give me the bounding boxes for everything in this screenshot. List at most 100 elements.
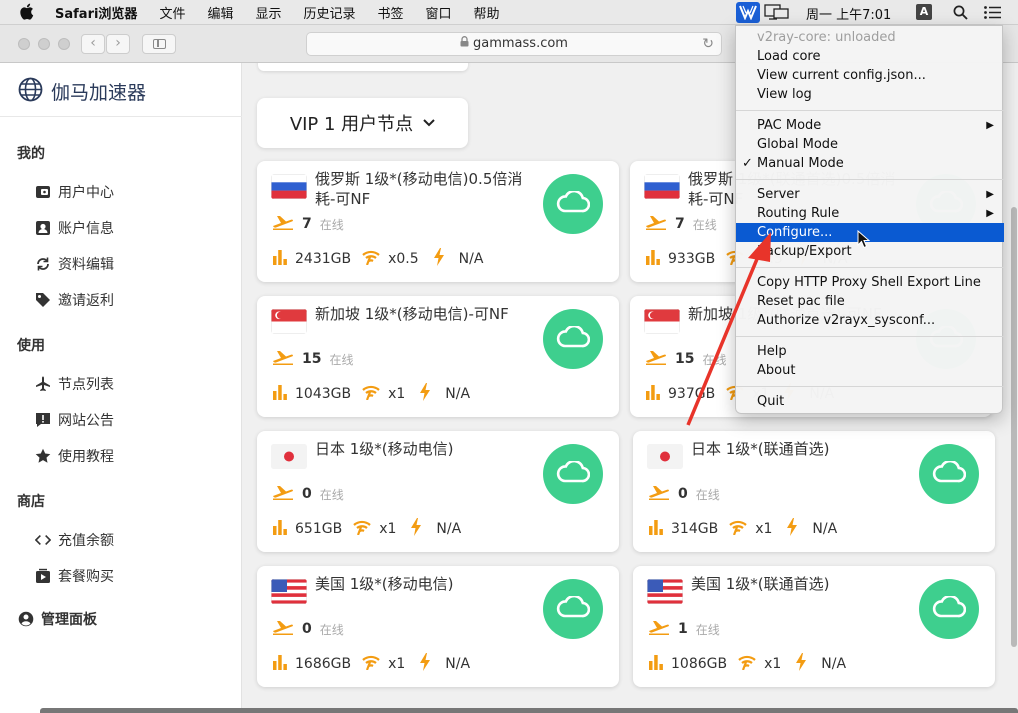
connect-cloud-button[interactable] bbox=[919, 444, 979, 504]
sidebar-item-packages[interactable]: 套餐购买 bbox=[35, 566, 114, 586]
window-zoom-button[interactable] bbox=[58, 38, 70, 50]
submenu-arrow-icon: ▶ bbox=[986, 120, 994, 131]
latency: N/A bbox=[458, 251, 484, 267]
airplane-icon bbox=[35, 376, 51, 392]
menu-view[interactable]: 显示 bbox=[255, 3, 281, 22]
sidebar-item-announcements[interactable]: 网站公告 bbox=[35, 410, 114, 430]
sidebar-item-profile-edit[interactable]: 资料编辑 bbox=[35, 254, 114, 274]
cloud-icon bbox=[556, 459, 591, 487]
tag-icon bbox=[35, 292, 51, 308]
node-card[interactable]: 日本 1级*(移动电信) 0 在线 651GB x1 N/A bbox=[257, 431, 619, 552]
online-count: 15 bbox=[302, 351, 322, 367]
nav-section-mine: 我的 bbox=[17, 146, 45, 162]
lightning-icon bbox=[419, 653, 431, 675]
airplane-takeoff-icon bbox=[648, 484, 670, 504]
menu-item-server[interactable]: Server ▶ bbox=[736, 185, 1004, 204]
menu-item-pac-mode[interactable]: PAC Mode ▶ bbox=[736, 116, 1004, 135]
sidebar-item-label: 套餐购买 bbox=[58, 569, 114, 585]
sidebar-item-label: 管理面板 bbox=[41, 612, 97, 628]
airplane-takeoff-icon bbox=[645, 214, 667, 234]
online-row: 0 在线 bbox=[648, 484, 720, 504]
apple-menu-icon[interactable] bbox=[20, 3, 34, 24]
menu-item-quit[interactable]: Quit bbox=[736, 392, 1004, 411]
window-close-button[interactable] bbox=[18, 38, 30, 50]
node-card[interactable]: 美国 1级*(联通首选) 1 在线 1086GB x1 N/A bbox=[633, 566, 995, 687]
airplane-takeoff-icon bbox=[272, 619, 294, 639]
user-center-icon bbox=[35, 184, 51, 200]
signal-icon bbox=[361, 654, 381, 674]
sidebar-item-tutorial[interactable]: 使用教程 bbox=[35, 446, 114, 466]
menu-item-routing-rule[interactable]: Routing Rule ▶ bbox=[736, 204, 1004, 223]
notification-center-icon[interactable] bbox=[984, 6, 1002, 23]
site-brand[interactable]: 伽马加速器 bbox=[18, 77, 146, 105]
v2rayx-status-icon[interactable] bbox=[736, 2, 760, 23]
connect-cloud-button[interactable] bbox=[543, 579, 603, 639]
bar-chart-icon bbox=[645, 249, 661, 269]
node-card[interactable]: 日本 1级*(联通首选) 0 在线 314GB x1 N/A bbox=[633, 431, 995, 552]
group-dropdown-button[interactable]: VIP 1 用户节点 bbox=[257, 98, 468, 148]
connect-cloud-button[interactable] bbox=[543, 309, 603, 369]
traffic-used: 933GB bbox=[668, 251, 716, 267]
node-card[interactable]: 俄罗斯 1级*(移动电信)0.5倍消耗-可NF 7 在线 2431GB x0.5 N/A bbox=[257, 161, 619, 282]
menu-history[interactable]: 历史记录 bbox=[303, 3, 355, 22]
chevron-down-icon bbox=[423, 116, 435, 130]
connect-cloud-button[interactable] bbox=[543, 174, 603, 234]
cloud-icon bbox=[556, 324, 591, 352]
menu-item-load-core[interactable]: Load core bbox=[736, 47, 1004, 66]
sidebar-toggle-button[interactable] bbox=[142, 34, 176, 54]
usa-flag-icon bbox=[647, 579, 683, 604]
menu-item-reset-pac[interactable]: Reset pac file bbox=[736, 292, 1004, 311]
menu-item-about[interactable]: About bbox=[736, 361, 1004, 380]
online-label: 在线 bbox=[695, 487, 720, 502]
connect-cloud-button[interactable] bbox=[919, 579, 979, 639]
page-scrollbar[interactable] bbox=[1011, 207, 1017, 647]
menu-edit[interactable]: 编辑 bbox=[207, 3, 233, 22]
connect-cloud-button[interactable] bbox=[543, 444, 603, 504]
input-source-icon[interactable]: A bbox=[916, 4, 932, 20]
japan-flag-icon bbox=[271, 444, 307, 469]
menu-clock[interactable]: 周一 上午7:01 bbox=[806, 4, 891, 23]
sidebar-item-referral[interactable]: 邀请返利 bbox=[35, 290, 114, 310]
menu-item-copy-proxy[interactable]: Copy HTTP Proxy Shell Export Line bbox=[736, 273, 1004, 292]
menu-item-manual-mode[interactable]: ✓ Manual Mode bbox=[736, 154, 1004, 173]
traffic-rate: x0.5 bbox=[388, 251, 419, 267]
group-label: VIP 1 用户节点 bbox=[289, 114, 414, 135]
online-label: 在线 bbox=[692, 217, 717, 232]
traffic-rate: x1 bbox=[379, 521, 397, 537]
menu-item-global-mode[interactable]: Global Mode bbox=[736, 135, 1004, 154]
node-card[interactable]: 美国 1级*(移动电信) 0 在线 1686GB x1 N/A bbox=[257, 566, 619, 687]
spotlight-search-icon[interactable] bbox=[953, 5, 968, 24]
window-bottom-edge bbox=[40, 708, 1018, 713]
back-button[interactable]: ‹ bbox=[81, 34, 105, 54]
sidebar-item-recharge[interactable]: 充值余额 bbox=[35, 530, 114, 550]
window-minimize-button[interactable] bbox=[38, 38, 50, 50]
star-icon bbox=[35, 448, 51, 464]
menu-help[interactable]: 帮助 bbox=[474, 3, 500, 22]
menu-bookmarks[interactable]: 书签 bbox=[378, 3, 404, 22]
address-bar[interactable]: gammass.com ↻ bbox=[306, 32, 722, 56]
brand-name: 伽马加速器 bbox=[51, 81, 147, 104]
menu-file[interactable]: 文件 bbox=[159, 3, 185, 22]
node-card[interactable]: 新加坡 1级*(移动电信)-可NF 15 在线 1043GB x1 N/A bbox=[257, 296, 619, 417]
stats-row: 1043GB x1 N/A bbox=[272, 383, 470, 404]
sidebar-item-user-center[interactable]: 用户中心 bbox=[35, 182, 114, 202]
node-name: 新加坡 1级*(移动电信)-可NF bbox=[315, 305, 509, 323]
reload-icon[interactable]: ↻ bbox=[702, 33, 714, 55]
menu-item-backup-export[interactable]: Backup/Export bbox=[736, 242, 1004, 261]
menu-item-help[interactable]: Help bbox=[736, 342, 1004, 361]
menu-window[interactable]: 窗口 bbox=[426, 3, 452, 22]
menu-item-view-config[interactable]: View current config.json... bbox=[736, 66, 1004, 85]
online-row: 0 在线 bbox=[272, 484, 344, 504]
display-mirroring-icon[interactable] bbox=[764, 4, 790, 25]
forward-button[interactable]: › bbox=[106, 34, 130, 54]
sidebar-item-node-list[interactable]: 节点列表 bbox=[35, 374, 114, 394]
checkmark-icon: ✓ bbox=[742, 156, 753, 171]
menu-item-configure[interactable]: Configure... bbox=[736, 223, 1004, 242]
sidebar-item-account-info[interactable]: 账户信息 bbox=[35, 218, 114, 238]
sidebar-item-admin[interactable]: 管理面板 bbox=[18, 609, 97, 629]
menu-app-safari[interactable]: Safari浏览器 bbox=[55, 3, 137, 22]
menu-item-core-status: v2ray-core: unloaded bbox=[757, 30, 896, 45]
menu-item-authorize[interactable]: Authorize v2rayx_sysconf... bbox=[736, 311, 1004, 330]
menu-item-view-log[interactable]: View log bbox=[736, 85, 1004, 104]
latency: N/A bbox=[821, 656, 847, 672]
